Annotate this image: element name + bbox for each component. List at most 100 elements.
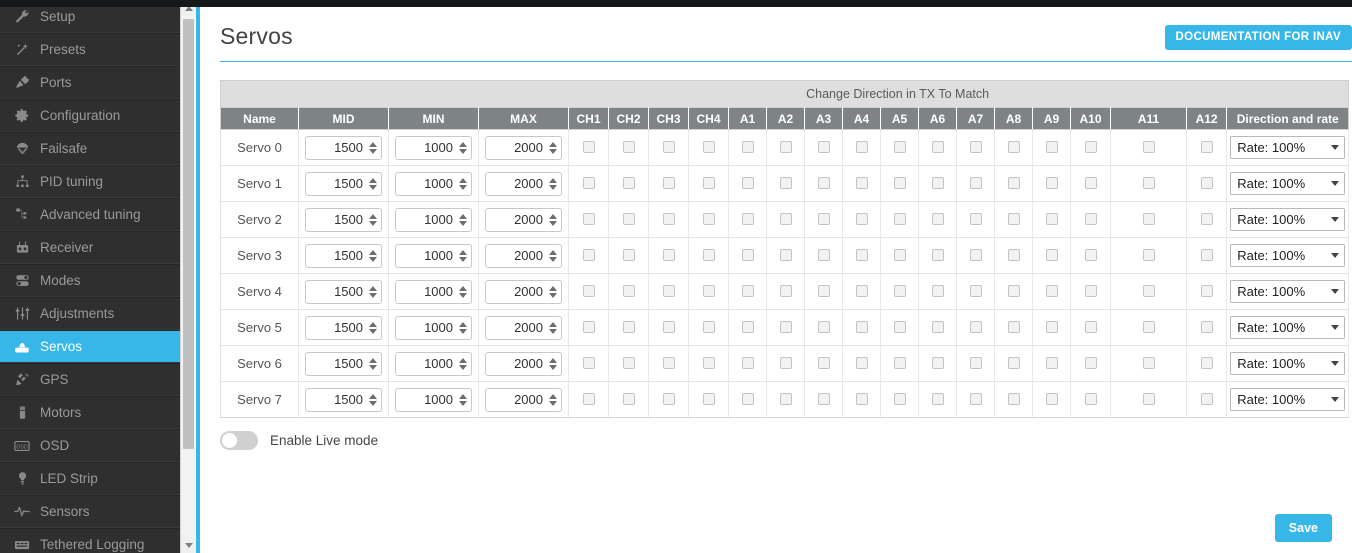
channel-checkbox-a2[interactable] xyxy=(779,393,792,406)
mid-input-value[interactable]: 1500 xyxy=(306,281,368,303)
sidebar-item-advanced-tuning[interactable]: Advanced tuning xyxy=(0,198,180,231)
channel-checkbox-a9[interactable] xyxy=(1045,357,1058,370)
mid-input-value[interactable]: 1500 xyxy=(306,389,368,411)
max-input[interactable]: 2000 xyxy=(485,387,562,412)
direction-rate-select[interactable]: Rate: 100% xyxy=(1230,388,1346,411)
channel-checkbox-a1[interactable] xyxy=(741,321,754,334)
min-input-spinner[interactable] xyxy=(458,173,471,195)
channel-checkbox-a2[interactable] xyxy=(779,213,792,226)
mid-input[interactable]: 1500 xyxy=(305,135,382,160)
channel-checkbox-a6[interactable] xyxy=(931,249,944,262)
channel-checkbox-ch2[interactable] xyxy=(622,321,635,334)
min-input-value[interactable]: 1000 xyxy=(396,317,458,339)
mid-input-spinner[interactable] xyxy=(368,281,381,303)
channel-checkbox-a6[interactable] xyxy=(931,285,944,298)
direction-rate-select[interactable]: Rate: 100% xyxy=(1230,136,1346,159)
channel-checkbox-a2[interactable] xyxy=(779,321,792,334)
scroll-down-arrow-icon[interactable] xyxy=(181,537,196,553)
channel-checkbox-a3[interactable] xyxy=(817,357,830,370)
mid-input-value[interactable]: 1500 xyxy=(306,209,368,231)
channel-checkbox-a6[interactable] xyxy=(931,177,944,190)
channel-checkbox-a5[interactable] xyxy=(893,141,906,154)
max-input-spinner[interactable] xyxy=(548,317,561,339)
min-input-spinner[interactable] xyxy=(458,353,471,375)
max-input-value[interactable]: 2000 xyxy=(486,281,548,303)
min-input[interactable]: 1000 xyxy=(395,171,472,196)
channel-checkbox-a9[interactable] xyxy=(1045,285,1058,298)
channel-checkbox-a8[interactable] xyxy=(1007,141,1020,154)
max-input[interactable]: 2000 xyxy=(485,207,562,232)
enable-live-mode-toggle[interactable] xyxy=(220,431,258,450)
mid-input[interactable]: 1500 xyxy=(305,279,382,304)
channel-checkbox-a7[interactable] xyxy=(969,213,982,226)
max-input-value[interactable]: 2000 xyxy=(486,209,548,231)
channel-checkbox-a4[interactable] xyxy=(855,393,868,406)
channel-checkbox-a5[interactable] xyxy=(893,249,906,262)
channel-checkbox-a6[interactable] xyxy=(931,213,944,226)
channel-checkbox-ch4[interactable] xyxy=(702,213,715,226)
mid-input-spinner[interactable] xyxy=(368,245,381,267)
max-input-spinner[interactable] xyxy=(548,137,561,159)
channel-checkbox-a8[interactable] xyxy=(1007,357,1020,370)
min-input-value[interactable]: 1000 xyxy=(396,245,458,267)
sidebar-item-motors[interactable]: Motors xyxy=(0,396,180,429)
channel-checkbox-ch4[interactable] xyxy=(702,249,715,262)
channel-checkbox-a3[interactable] xyxy=(817,141,830,154)
channel-checkbox-a5[interactable] xyxy=(893,177,906,190)
channel-checkbox-a10[interactable] xyxy=(1084,213,1097,226)
mid-input-value[interactable]: 1500 xyxy=(306,137,368,159)
channel-checkbox-a1[interactable] xyxy=(741,141,754,154)
channel-checkbox-a12[interactable] xyxy=(1200,285,1213,298)
channel-checkbox-ch1[interactable] xyxy=(582,357,595,370)
mid-input[interactable]: 1500 xyxy=(305,171,382,196)
channel-checkbox-ch1[interactable] xyxy=(582,393,595,406)
channel-checkbox-a5[interactable] xyxy=(893,321,906,334)
channel-checkbox-a6[interactable] xyxy=(931,141,944,154)
mid-input-spinner[interactable] xyxy=(368,173,381,195)
direction-rate-select[interactable]: Rate: 100% xyxy=(1230,244,1346,267)
channel-checkbox-ch4[interactable] xyxy=(702,393,715,406)
channel-checkbox-a4[interactable] xyxy=(855,249,868,262)
direction-rate-select[interactable]: Rate: 100% xyxy=(1230,316,1346,339)
max-input-spinner[interactable] xyxy=(548,245,561,267)
channel-checkbox-a7[interactable] xyxy=(969,177,982,190)
channel-checkbox-a7[interactable] xyxy=(969,285,982,298)
channel-checkbox-ch4[interactable] xyxy=(702,321,715,334)
channel-checkbox-ch3[interactable] xyxy=(662,357,675,370)
channel-checkbox-a4[interactable] xyxy=(855,213,868,226)
mid-input[interactable]: 1500 xyxy=(305,243,382,268)
channel-checkbox-a9[interactable] xyxy=(1045,141,1058,154)
channel-checkbox-a7[interactable] xyxy=(969,393,982,406)
channel-checkbox-a8[interactable] xyxy=(1007,393,1020,406)
save-button[interactable]: Save xyxy=(1274,514,1332,542)
channel-checkbox-a3[interactable] xyxy=(817,321,830,334)
mid-input-value[interactable]: 1500 xyxy=(306,173,368,195)
min-input[interactable]: 1000 xyxy=(395,135,472,160)
channel-checkbox-a2[interactable] xyxy=(779,285,792,298)
mid-input[interactable]: 1500 xyxy=(305,351,382,376)
max-input-value[interactable]: 2000 xyxy=(486,137,548,159)
min-input-value[interactable]: 1000 xyxy=(396,137,458,159)
channel-checkbox-a9[interactable] xyxy=(1045,177,1058,190)
channel-checkbox-a5[interactable] xyxy=(893,213,906,226)
min-input-value[interactable]: 1000 xyxy=(396,389,458,411)
channel-checkbox-ch2[interactable] xyxy=(622,285,635,298)
channel-checkbox-ch2[interactable] xyxy=(622,177,635,190)
channel-checkbox-a8[interactable] xyxy=(1007,285,1020,298)
channel-checkbox-ch2[interactable] xyxy=(622,249,635,262)
mid-input-spinner[interactable] xyxy=(368,317,381,339)
channel-checkbox-ch1[interactable] xyxy=(582,249,595,262)
max-input-value[interactable]: 2000 xyxy=(486,245,548,267)
max-input[interactable]: 2000 xyxy=(485,315,562,340)
sidebar-item-ports[interactable]: Ports xyxy=(0,66,180,99)
max-input-spinner[interactable] xyxy=(548,281,561,303)
mid-input-spinner[interactable] xyxy=(368,209,381,231)
channel-checkbox-ch1[interactable] xyxy=(582,285,595,298)
max-input-spinner[interactable] xyxy=(548,353,561,375)
min-input[interactable]: 1000 xyxy=(395,279,472,304)
sidebar-item-configuration[interactable]: Configuration xyxy=(0,99,180,132)
min-input-value[interactable]: 1000 xyxy=(396,281,458,303)
channel-checkbox-a11[interactable] xyxy=(1142,177,1155,190)
channel-checkbox-a9[interactable] xyxy=(1045,213,1058,226)
sidebar-scrollbar[interactable] xyxy=(180,0,196,553)
